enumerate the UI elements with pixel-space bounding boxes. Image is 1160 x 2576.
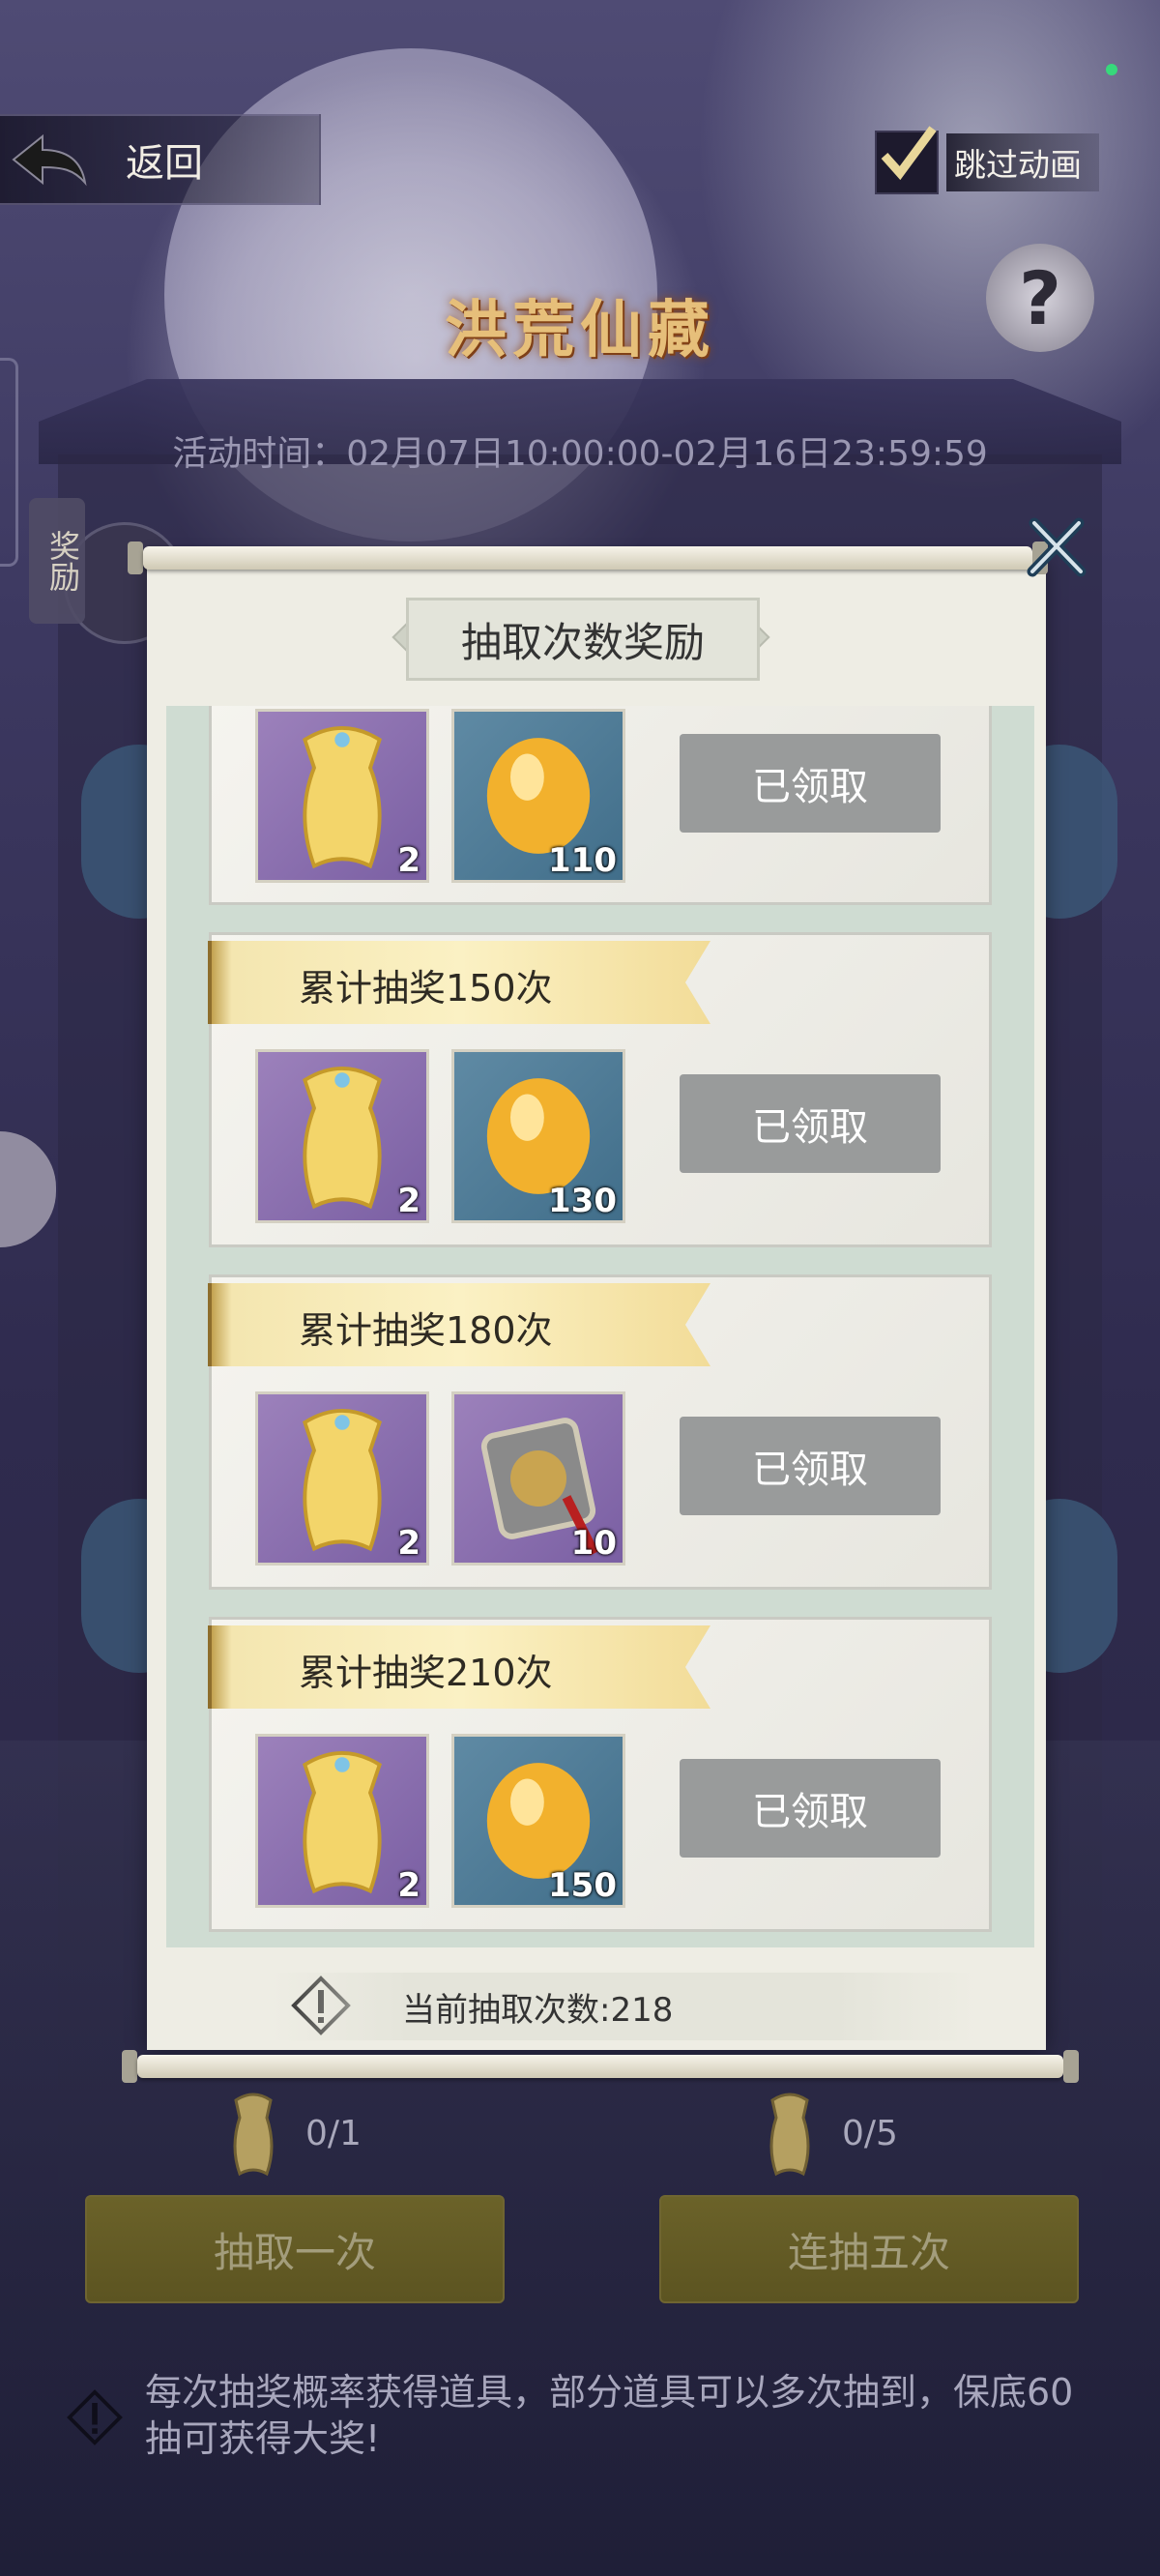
milestone-banner: 累计抽奖150次 [208,941,710,1024]
skip-animation-label: 跳过动画 [946,133,1099,191]
talisman-token-icon [233,2093,274,2177]
scroll-bottom-rod [122,2050,1079,2083]
item-count: 2 [397,1866,420,1905]
reward-item[interactable]: 150 [451,1734,625,1908]
dialog-title: 抽取次数奖励 [406,598,760,681]
item-count: 2 [397,1182,420,1220]
reward-item[interactable]: 2 [255,1734,429,1908]
close-icon [1027,517,1087,577]
claimed-button[interactable]: 已领取 [680,734,941,833]
reward-card: 累计抽奖180次 2 10 已领取 [208,1274,992,1590]
item-count: 10 [570,1524,617,1563]
scroll-top-rod [128,542,1048,574]
reward-card: 累计抽奖210次 2 150 已领取 [208,1617,992,1932]
event-title: 洪荒仙藏 [445,294,715,366]
reward-item[interactable]: 2 [255,1391,429,1566]
side-tab[interactable] [0,358,18,567]
milestone-label: 累计抽奖150次 [299,967,553,1010]
current-draw-count-label: 当前抽取次数:218 [402,1990,674,2030]
five-draw-cost: 0/5 [759,2089,898,2178]
talisman-token-icon [769,2093,810,2177]
claimed-button[interactable]: 已领取 [680,1417,941,1515]
item-count: 110 [548,841,617,880]
notice-warning-icon [66,2388,124,2450]
skip-animation-toggle[interactable]: 跳过动画 [875,126,1099,194]
item-count: 150 [548,1866,617,1905]
checkmark-icon [881,126,937,181]
milestone-banner: 累计抽奖180次 [208,1283,710,1366]
skip-checkbox[interactable] [875,126,939,194]
reward-list[interactable]: 2 110 已领取 累计抽奖150次 2 130 已领取 累计抽奖180次 2 … [166,706,1034,1947]
reward-item[interactable]: 130 [451,1049,625,1223]
current-draw-count: 当前抽取次数:218 [271,1973,976,2040]
reward-item[interactable]: 110 [451,709,625,883]
reward-item[interactable]: 2 [255,709,429,883]
status-dot [1106,64,1117,75]
single-draw-cost: 0/1 [222,2089,362,2178]
event-time: 活动时间：02月07日10:00:00-02月16日23:59:59 [172,434,988,474]
five-draw-cost-value: 0/5 [842,2113,898,2153]
item-count: 2 [397,841,420,880]
close-button[interactable] [1027,517,1087,577]
single-draw-cost-value: 0/1 [305,2113,362,2153]
reward-card: 累计抽奖150次 2 130 已领取 [208,932,992,1247]
claimed-button[interactable]: 已领取 [680,1759,941,1858]
claimed-button[interactable]: 已领取 [680,1074,941,1173]
item-count: 130 [548,1182,617,1220]
back-arrow-icon [0,121,97,198]
help-button[interactable]: ? [986,244,1094,352]
milestone-label: 累计抽奖210次 [299,1652,553,1694]
question-mark-icon: ? [1018,254,1062,341]
item-count: 2 [397,1524,420,1563]
draw-once-button[interactable]: 抽取一次 [85,2195,505,2303]
back-label: 返回 [126,141,203,186]
side-puzzle-icon[interactable] [0,1131,56,1247]
reward-card: 2 110 已领取 [209,706,992,905]
milestone-label: 累计抽奖180次 [299,1309,553,1352]
milestone-banner: 累计抽奖210次 [208,1625,710,1709]
reward-tab-label: 奖励 [29,498,85,624]
back-button[interactable]: 返回 [0,114,321,205]
draw-five-button[interactable]: 连抽五次 [659,2195,1079,2303]
reward-item[interactable]: 10 [451,1391,625,1566]
reward-item[interactable]: 2 [255,1049,429,1223]
draw-rules-notice: 每次抽奖概率获得道具，部分道具可以多次抽到，保底60抽可获得大奖! [145,2371,1074,2460]
